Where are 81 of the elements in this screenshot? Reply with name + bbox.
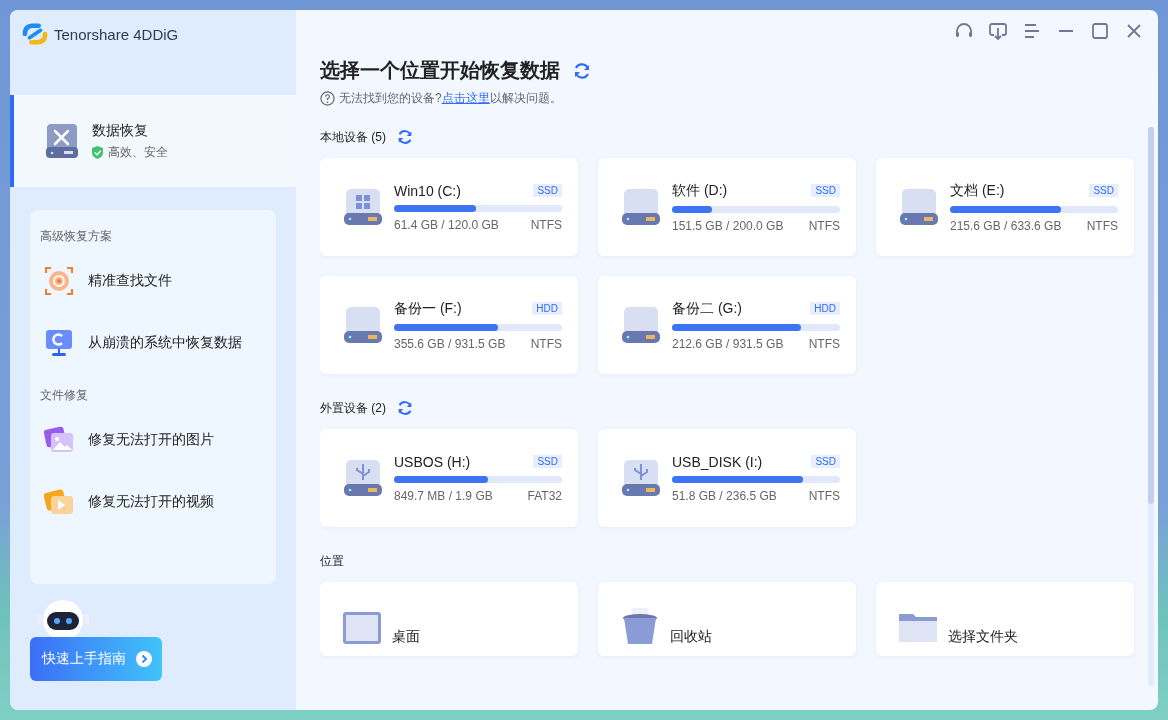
item-title: 数据恢复 <box>92 121 149 140</box>
file-system: NTFS <box>808 218 840 233</box>
refresh-icon[interactable] <box>396 128 414 146</box>
drive-name: Win10 (C:) <box>394 182 461 199</box>
drive-type-tag: HDD <box>532 302 562 315</box>
page-title: 选择一个位置开始恢复数据 <box>320 58 560 83</box>
image-icon <box>44 425 74 455</box>
refresh-icon[interactable] <box>396 399 414 417</box>
sidebar-item[interactable]: 修复无法打开的图片 <box>44 422 266 458</box>
drive-type-tag: SSD <box>811 184 840 197</box>
logo-icon <box>22 23 48 45</box>
usb-drive-icon <box>342 458 384 498</box>
file-system: NTFS <box>808 336 840 351</box>
file-system: NTFS <box>530 217 562 232</box>
location-label: 回收站 <box>670 628 712 646</box>
help-text: 无法找到您的设备?点击这里以解决问题。 <box>339 90 562 107</box>
drive-tools-icon <box>44 123 80 159</box>
drive-name: 软件 (D:) <box>672 181 728 200</box>
maximize-icon[interactable] <box>1090 21 1110 41</box>
drive-icon <box>620 187 662 227</box>
chevron-icon <box>136 651 152 667</box>
drive-type-tag: HDD <box>810 302 840 315</box>
trash-bin-icon <box>620 606 660 646</box>
section-heading: 位置 <box>320 552 344 570</box>
file-system: FAT32 <box>527 488 562 503</box>
drive-card[interactable]: 备份一 (F:) HDD 355.6 GB / 931.5 GB NTFS <box>320 276 578 374</box>
location-card[interactable]: 选择文件夹 <box>876 582 1134 656</box>
monitor-icon <box>44 328 74 358</box>
section-heading: 文件修复 <box>40 387 89 404</box>
section-heading: 本地设备 (5) <box>320 128 386 146</box>
menu-icon[interactable] <box>1022 21 1042 41</box>
section-heading: 外置设备 (2) <box>320 399 386 417</box>
drive-type-tag: SSD <box>1089 184 1118 197</box>
drive-card[interactable]: USBOS (H:) SSD 849.7 MB / 1.9 GB FAT32 <box>320 429 578 527</box>
help-icon <box>320 91 335 106</box>
item-subtitle: 高效、安全 <box>108 143 168 161</box>
location-card[interactable]: 回收站 <box>598 582 856 656</box>
location-card[interactable]: 桌面 <box>320 582 578 656</box>
location-label: 选择文件夹 <box>948 628 1018 646</box>
drive-type-tag: SSD <box>533 455 562 468</box>
download-icon[interactable] <box>988 21 1008 41</box>
help-link[interactable]: 点击这里 <box>441 91 490 105</box>
drive-name: USBOS (H:) <box>394 453 471 470</box>
scrollbar[interactable] <box>1148 127 1154 686</box>
shield-check-icon <box>92 145 103 159</box>
drive-type-tag: SSD <box>533 184 562 197</box>
file-system: NTFS <box>1086 218 1118 233</box>
drive-name: USB_DISK (I:) <box>672 453 763 470</box>
location-label: 桌面 <box>392 628 420 646</box>
drive-usage: 51.8 GB / 236.5 GB <box>672 488 777 503</box>
drive-icon <box>898 187 940 227</box>
app-title: Tenorshare 4DDiG <box>54 25 179 43</box>
sidebar-item[interactable]: 修复无法打开的视频 <box>44 484 266 520</box>
drive-usage: 849.7 MB / 1.9 GB <box>394 488 493 503</box>
video-icon <box>44 487 74 517</box>
file-system: NTFS <box>530 336 562 351</box>
drive-usage: 151.5 GB / 200.0 GB <box>672 218 784 233</box>
refresh-icon[interactable] <box>572 60 592 81</box>
sidebar-item[interactable]: 从崩溃的系统中恢复数据 <box>44 325 266 361</box>
drive-card[interactable]: 文档 (E:) SSD 215.6 GB / 633.6 GB NTFS <box>876 158 1134 256</box>
data-recovery-item[interactable]: 数据恢复 高效、安全 <box>10 95 296 187</box>
usb-drive-icon <box>620 458 662 498</box>
drive-card[interactable]: 软件 (D:) SSD 151.5 GB / 200.0 GB NTFS <box>598 158 856 256</box>
drive-card[interactable]: USB_DISK (I:) SSD 51.8 GB / 236.5 GB NTFS <box>598 429 856 527</box>
drive-card[interactable]: 备份二 (G:) HDD 212.6 GB / 931.5 GB NTFS <box>598 276 856 374</box>
drive-icon <box>342 305 384 345</box>
section-heading: 高级恢复方案 <box>40 228 113 245</box>
drive-usage: 215.6 GB / 633.6 GB <box>950 218 1062 233</box>
drive-usage: 61.4 GB / 120.0 GB <box>394 217 499 232</box>
drive-name: 备份一 (F:) <box>394 299 462 318</box>
drive-icon <box>620 305 662 345</box>
target-icon <box>44 266 74 296</box>
drive-name: 文档 (E:) <box>950 181 1005 200</box>
drive-type-tag: SSD <box>811 455 840 468</box>
drive-name: 备份二 (G:) <box>672 299 742 318</box>
file-system: NTFS <box>808 488 840 503</box>
windows-drive-icon <box>342 187 384 227</box>
drive-card[interactable]: Win10 (C:) SSD 61.4 GB / 120.0 GB NTFS <box>320 158 578 256</box>
sidebar-item[interactable]: 精准查找文件 <box>44 263 266 299</box>
drive-usage: 212.6 GB / 931.5 GB <box>672 336 784 351</box>
drive-usage: 355.6 GB / 931.5 GB <box>394 336 506 351</box>
